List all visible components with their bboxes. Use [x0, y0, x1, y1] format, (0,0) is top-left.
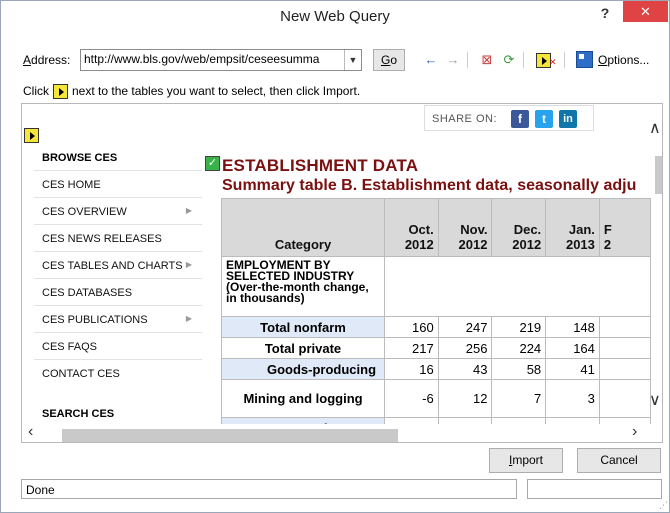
- table-row: Total private 217 256 224 164: [221, 337, 651, 359]
- select-page-arrow-icon[interactable]: [24, 128, 39, 143]
- table-header-row: Category Oct. 2012 Nov. 2012 Dec. 2012 Jan.…: [221, 198, 651, 257]
- column-header: Oct. 2012: [384, 198, 439, 257]
- resize-grip-icon[interactable]: ⋰: [659, 500, 668, 511]
- nav-item[interactable]: CES DATABASES: [34, 278, 202, 305]
- nav-heading: BROWSE CES: [42, 152, 118, 164]
- address-label: Address:: [23, 53, 71, 67]
- address-input[interactable]: http://www.bls.gov/web/empsit/ceseesumma: [80, 49, 362, 71]
- options-button[interactable]: Options...: [598, 53, 649, 67]
- toolbar-separator: [523, 52, 524, 68]
- column-header: Dec. 2012: [491, 198, 547, 257]
- nav-item[interactable]: CONTACT CES: [34, 359, 202, 386]
- save-query-icon[interactable]: [576, 51, 593, 68]
- table-cell: -6: [384, 379, 439, 418]
- table-cell: 256: [437, 337, 493, 359]
- table-cell: 224: [491, 337, 547, 359]
- table-cell: [598, 358, 651, 380]
- refresh-icon[interactable]: ⟳: [499, 50, 519, 70]
- content-subtitle: Summary table B. Establishment data, sea…: [222, 177, 637, 194]
- table-row: Total nonfarm 160 247 219 148: [221, 316, 651, 338]
- nav-item[interactable]: CES HOME: [34, 170, 202, 197]
- vertical-scroll-thumb[interactable]: [655, 156, 662, 194]
- column-header: F2: [598, 198, 651, 257]
- twitter-icon[interactable]: t: [535, 110, 553, 128]
- import-button[interactable]: Import: [489, 448, 563, 473]
- table-cell: [598, 337, 651, 359]
- stop-icon[interactable]: ⊠: [477, 50, 497, 70]
- toolbar-separator: [467, 52, 468, 68]
- column-header: Category: [221, 198, 386, 257]
- back-arrow-icon[interactable]: ←: [421, 50, 441, 70]
- address-toolbar: Address: http://www.bls.gov/web/empsit/c…: [1, 47, 669, 73]
- go-button[interactable]: Go: [373, 49, 405, 71]
- row-label: Mining and logging: [221, 379, 386, 418]
- column-header: Jan. 2013: [545, 198, 600, 257]
- status-bar-secondary: [527, 479, 662, 499]
- nav-item[interactable]: CES PUBLICATIONS ▶: [34, 305, 202, 332]
- table-selected-check-icon[interactable]: ✓: [205, 156, 220, 171]
- horizontal-scroll-thumb[interactable]: [62, 429, 398, 442]
- table-cell: [384, 256, 651, 317]
- table-cell: 43: [437, 358, 493, 380]
- table-cell: 160: [384, 316, 439, 338]
- table-cell: 41: [545, 358, 600, 380]
- table-cell: 16: [384, 358, 439, 380]
- address-dropdown-icon[interactable]: ▼: [344, 50, 361, 70]
- forward-arrow-icon[interactable]: →: [443, 50, 463, 70]
- cancel-button[interactable]: Cancel: [577, 448, 661, 473]
- browse-nav: BROWSE CES CES HOME CES OVERVIEW ▶ CES NE…: [34, 144, 202, 420]
- select-table-arrow-icon: [53, 84, 68, 100]
- chevron-right-icon: ▶: [185, 314, 192, 323]
- scroll-left-icon[interactable]: ‹: [28, 423, 33, 441]
- new-web-query-dialog: New Web Query ? ✕ Address: http://www.bl…: [0, 0, 670, 513]
- scroll-up-icon[interactable]: ∧: [649, 118, 661, 138]
- table-cell: 164: [545, 337, 600, 359]
- nav-item[interactable]: CES OVERVIEW ▶: [34, 197, 202, 224]
- title-bar: New Web Query ? ✕: [1, 1, 669, 33]
- row-label: Goods-producing: [221, 358, 386, 380]
- scroll-down-icon[interactable]: ∨: [649, 390, 661, 410]
- close-button[interactable]: ✕: [623, 1, 668, 22]
- instruction-text: Click next to the tables you want to sele…: [23, 84, 361, 100]
- table-cell: 7: [491, 379, 547, 418]
- summary-table-container: Category Oct. 2012 Nov. 2012 Dec. 2012 Jan.…: [221, 198, 651, 442]
- table-row: EMPLOYMENT BY SELECTED INDUSTRY (Over-th…: [221, 256, 651, 317]
- scroll-right-icon[interactable]: ›: [632, 423, 637, 441]
- chevron-right-icon: ▶: [185, 260, 192, 269]
- toolbar-separator: [564, 52, 565, 68]
- help-button[interactable]: ?: [593, 5, 617, 27]
- table-cell: 219: [491, 316, 547, 338]
- facebook-icon[interactable]: f: [511, 110, 529, 128]
- table-cell: [598, 316, 651, 338]
- share-label: SHARE ON:: [432, 113, 498, 125]
- nav-item[interactable]: CES TABLES AND CHARTS ▶: [34, 251, 202, 278]
- row-label: Total private: [221, 337, 386, 359]
- nav-item[interactable]: CES FAQS: [34, 332, 202, 359]
- table-row: Goods-producing 16 43 58 41: [221, 358, 651, 380]
- search-heading: SEARCH CES: [42, 408, 115, 420]
- summary-table: Category Oct. 2012 Nov. 2012 Dec. 2012 Jan.…: [221, 198, 651, 439]
- share-bar: SHARE ON: f t in: [424, 105, 594, 131]
- table-cell: 148: [545, 316, 600, 338]
- content-title: ESTABLISHMENT DATA: [222, 156, 419, 175]
- linkedin-icon[interactable]: in: [559, 110, 577, 128]
- row-label: Total nonfarm: [221, 316, 386, 338]
- column-header: Nov. 2012: [437, 198, 493, 257]
- window-title: New Web Query: [280, 8, 390, 25]
- table-cell: 58: [491, 358, 547, 380]
- web-preview: SHARE ON: f t in BROWSE CES CES HOME CES…: [21, 103, 663, 443]
- hide-icons-icon[interactable]: [533, 50, 556, 72]
- table-cell: [598, 379, 651, 418]
- table-row: Mining and logging -6 12 7 3: [221, 379, 651, 418]
- nav-item[interactable]: CES NEWS RELEASES: [34, 224, 202, 251]
- table-cell: 12: [437, 379, 493, 418]
- table-cell: 217: [384, 337, 439, 359]
- chevron-right-icon: ▶: [185, 206, 192, 215]
- horizontal-scrollbar[interactable]: ‹ ›: [22, 423, 662, 442]
- status-bar: Done: [21, 479, 517, 499]
- table-cell: 3: [545, 379, 600, 418]
- section-label: EMPLOYMENT BY SELECTED INDUSTRY (Over-th…: [221, 256, 386, 317]
- table-cell: 247: [437, 316, 493, 338]
